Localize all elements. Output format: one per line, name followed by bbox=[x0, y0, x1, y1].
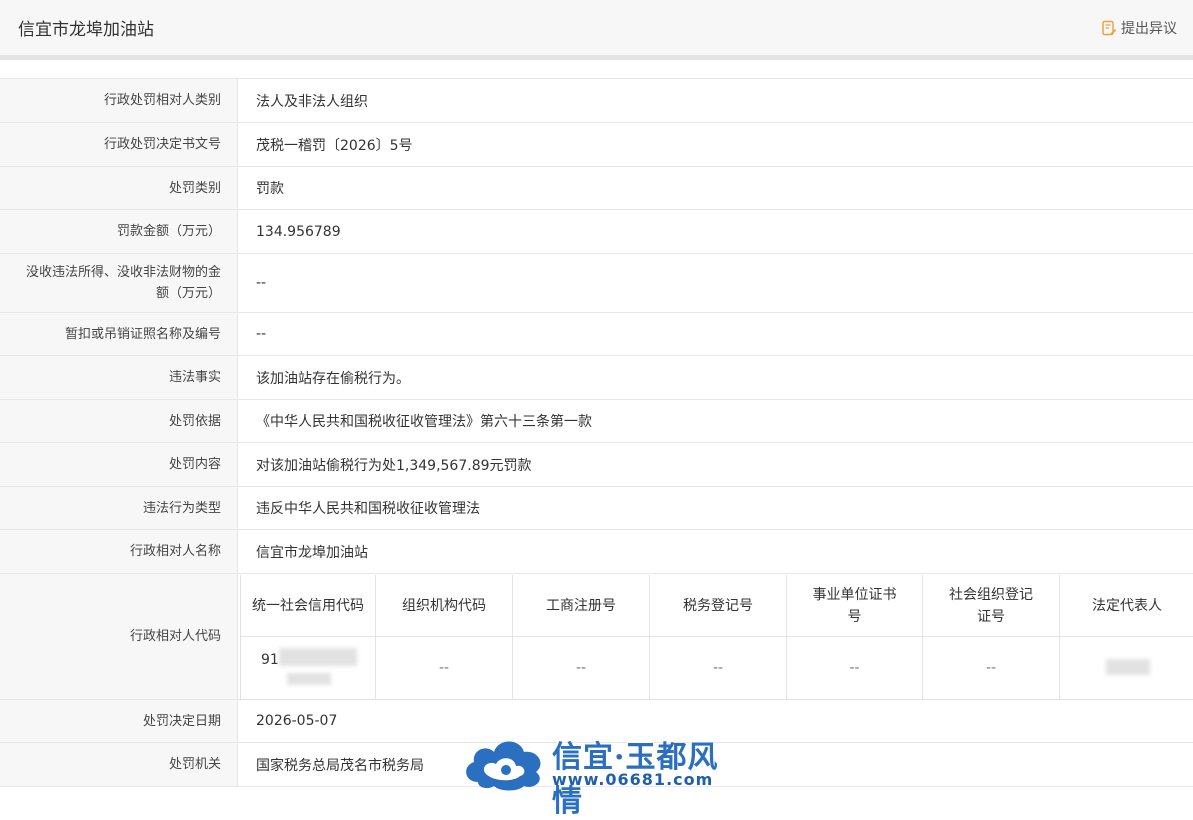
row-label: 行政相对人名称 bbox=[0, 530, 238, 573]
redacted-mask bbox=[287, 673, 331, 685]
page-title: 信宜市龙埠加油站 bbox=[18, 20, 154, 40]
code-table-header: 统一社会信用代码 bbox=[241, 575, 376, 637]
row-label: 处罚类别 bbox=[0, 167, 238, 209]
credit-code-value: 91 bbox=[261, 652, 279, 668]
watermark-url: www.06681.com bbox=[552, 770, 714, 789]
detail-row-subject-type: 行政处罚相对人类别 法人及非法人组织 bbox=[0, 79, 1193, 123]
institution-cert-cell: -- bbox=[787, 637, 923, 699]
row-value: 法人及非法人组织 bbox=[256, 93, 368, 110]
page-header: 信宜市龙埠加油站 提出异议 bbox=[0, 0, 1193, 56]
row-label: 处罚依据 bbox=[0, 400, 238, 442]
row-value: 茂税一稽罚〔2026〕5号 bbox=[256, 137, 413, 154]
code-table-header: 税务登记号 bbox=[650, 575, 787, 637]
tax-reg-cell: -- bbox=[650, 637, 787, 699]
redacted-mask bbox=[1106, 659, 1150, 675]
detail-row-penalty-content: 处罚内容 对该加油站偷税行为处1,349,567.89元罚款 bbox=[0, 443, 1193, 487]
business-reg-cell: -- bbox=[513, 637, 650, 699]
detail-row-violation-type: 违法行为类型 违反中华人民共和国税收征收管理法 bbox=[0, 487, 1193, 530]
site-watermark: 信宜·玉都风情 www.06681.com bbox=[460, 732, 740, 819]
cloud-logo-icon bbox=[466, 741, 541, 791]
row-value: 罚款 bbox=[256, 181, 284, 197]
detail-row-fine-amount: 罚款金额（万元） 134.956789 bbox=[0, 210, 1193, 254]
credit-code-cell: 91 bbox=[241, 637, 376, 699]
row-label: 违法行为类型 bbox=[0, 487, 238, 529]
row-label: 处罚机关 bbox=[0, 743, 238, 786]
row-label: 违法事实 bbox=[0, 356, 238, 399]
edit-document-icon bbox=[1102, 20, 1117, 36]
code-table-header: 组织机构代码 bbox=[376, 575, 513, 637]
code-table-header: 工商注册号 bbox=[513, 575, 650, 637]
detail-row-penalty-category: 处罚类别 罚款 bbox=[0, 167, 1193, 210]
objection-label: 提出异议 bbox=[1121, 21, 1177, 37]
row-value: -- bbox=[256, 275, 267, 291]
row-label: 行政处罚决定书文号 bbox=[0, 123, 238, 166]
row-value: 对该加油站偷税行为处1,349,567.89元罚款 bbox=[256, 457, 532, 474]
row-value: 该加油站存在偷税行为。 bbox=[256, 370, 410, 387]
counterpart-code-table: 统一社会信用代码 组织机构代码 工商注册号 税务登记号 事业单位证书号 社会组织… bbox=[240, 575, 1193, 700]
row-label: 暂扣或吊销证照名称及编号 bbox=[0, 313, 238, 355]
detail-row-penalty-basis: 处罚依据 《中华人民共和国税收征收管理法》第六十三条第一款 bbox=[0, 400, 1193, 443]
row-label: 没收违法所得、没收非法财物的金额（万元） bbox=[0, 254, 238, 312]
social-org-cert-cell: -- bbox=[923, 637, 1060, 699]
row-label: 处罚决定日期 bbox=[0, 700, 238, 742]
row-value: 134.956789 bbox=[256, 223, 341, 240]
legal-rep-cell bbox=[1060, 637, 1193, 699]
code-table-header: 法定代表人 bbox=[1060, 575, 1193, 637]
detail-row-decision-number: 行政处罚决定书文号 茂税一稽罚〔2026〕5号 bbox=[0, 123, 1193, 167]
row-value: -- bbox=[256, 326, 267, 342]
row-value: 《中华人民共和国税收征收管理法》第六十三条第一款 bbox=[256, 414, 592, 430]
row-label: 罚款金额（万元） bbox=[0, 210, 238, 253]
code-table-header: 事业单位证书号 bbox=[787, 575, 923, 637]
row-value: 违反中华人民共和国税收征收管理法 bbox=[256, 501, 480, 517]
row-label: 处罚内容 bbox=[0, 443, 238, 486]
detail-row-violation-facts: 违法事实 该加油站存在偷税行为。 bbox=[0, 356, 1193, 400]
detail-row-counterpart-name: 行政相对人名称 信宜市龙埠加油站 bbox=[0, 530, 1193, 574]
objection-button[interactable]: 提出异议 bbox=[1101, 18, 1177, 38]
code-table-header: 社会组织登记证号 bbox=[923, 575, 1060, 637]
detail-row-confiscation-amount: 没收违法所得、没收非法财物的金额（万元） -- bbox=[0, 254, 1193, 313]
redacted-mask bbox=[279, 648, 357, 666]
row-label: 行政处罚相对人类别 bbox=[0, 79, 238, 122]
org-code-cell: -- bbox=[376, 637, 513, 699]
row-value: 信宜市龙埠加油站 bbox=[256, 544, 368, 561]
header-divider bbox=[0, 55, 1193, 60]
row-label: 行政相对人代码 bbox=[0, 574, 238, 699]
detail-row-license-revocation: 暂扣或吊销证照名称及编号 -- bbox=[0, 313, 1193, 356]
